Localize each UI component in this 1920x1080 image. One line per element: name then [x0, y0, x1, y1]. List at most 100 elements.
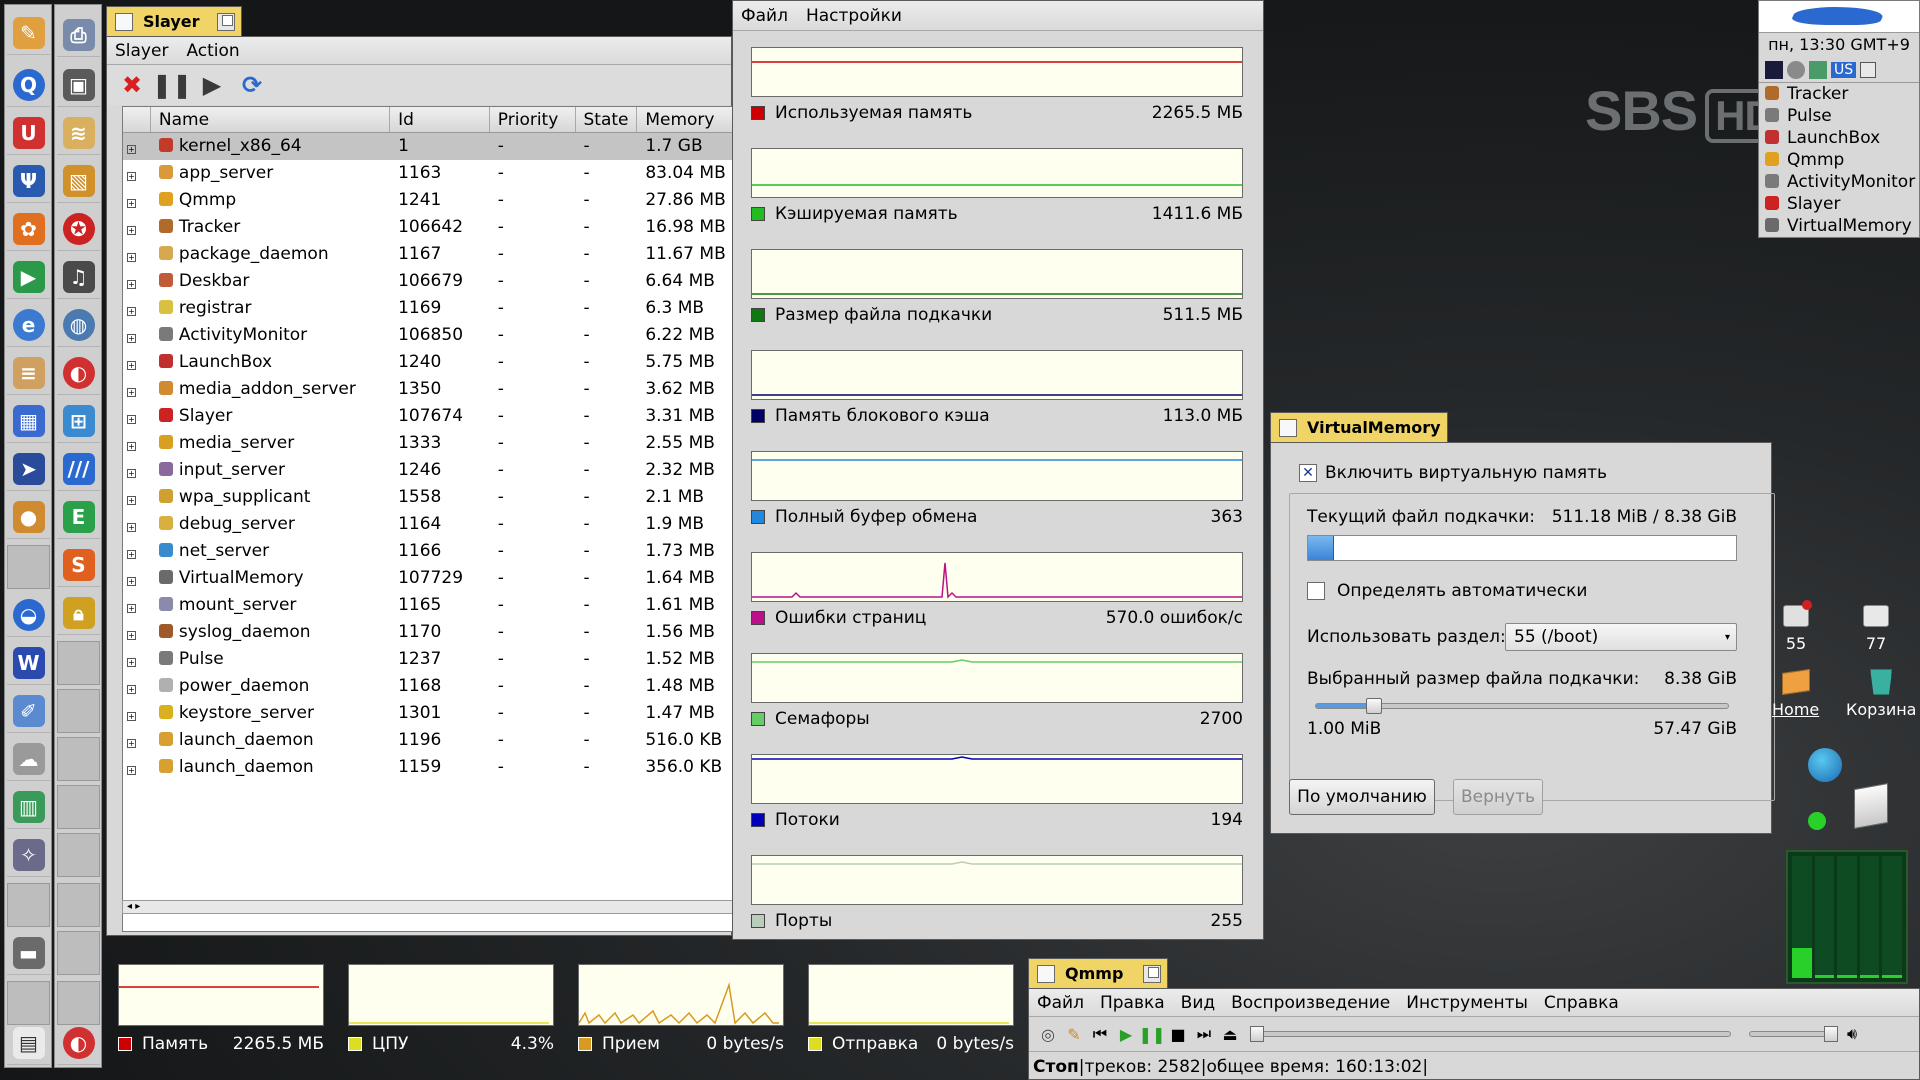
process-row[interactable]: + VirtualMemory 107729 - - 1.64 MB	[123, 565, 737, 592]
process-row[interactable]: + package_daemon 1167 - - 11.67 MB	[123, 241, 737, 268]
expand-icon[interactable]: +	[127, 253, 136, 262]
pause-icon[interactable]: ❚❚	[1139, 1023, 1166, 1045]
server-icon[interactable]	[1854, 783, 1888, 829]
launcher-item[interactable]: ▣	[57, 63, 100, 107]
launcher-item[interactable]: Ψ	[7, 159, 50, 203]
launcher-item[interactable]: E	[57, 495, 100, 539]
menu-file[interactable]: Файл	[741, 6, 788, 26]
deskbar-app-item[interactable]: VirtualMemory	[1759, 215, 1919, 237]
process-row[interactable]: + debug_server 1164 - - 1.9 MB	[123, 511, 737, 538]
revert-button[interactable]: Вернуть	[1453, 779, 1543, 815]
swap-size-slider-thumb[interactable]	[1365, 698, 1382, 714]
play-icon[interactable]: ▶	[1115, 1023, 1137, 1045]
expand-icon[interactable]: +	[127, 226, 136, 235]
expand-icon[interactable]: +	[127, 145, 136, 154]
network-icon[interactable]	[1809, 60, 1827, 79]
launcher-item[interactable]: ▧	[57, 159, 100, 203]
launcher-item[interactable]: ▤	[7, 1021, 50, 1065]
zoom-icon[interactable]	[217, 12, 235, 31]
deskbar-app-item[interactable]: ActivityMonitor	[1759, 171, 1919, 193]
launcher-item[interactable]: ♫	[57, 255, 100, 299]
process-list[interactable]: Name Id Priority State Memory + kernel_x8…	[122, 106, 738, 932]
launcher-item[interactable]: ⊞	[57, 399, 100, 443]
next-icon[interactable]: ⏭︎	[1193, 1023, 1215, 1045]
zoom-icon[interactable]	[1143, 964, 1161, 983]
launcher-item[interactable]: ▥	[7, 785, 50, 829]
menu-view[interactable]: Вид	[1181, 993, 1215, 1013]
expand-icon[interactable]: +	[127, 712, 136, 721]
launcher-item[interactable]: ▶	[7, 255, 50, 299]
previous-icon[interactable]: ⏮︎	[1089, 1023, 1111, 1045]
deskbar-app-item[interactable]: Qmmp	[1759, 149, 1919, 171]
mini-legend[interactable]: ЦПУ 4.3%	[348, 1032, 554, 1056]
seek-slider-thumb[interactable]	[1250, 1026, 1264, 1042]
eject-icon[interactable]: ⏏︎	[1219, 1023, 1241, 1045]
desktop-home[interactable]: Home	[1772, 664, 1819, 719]
deskbar-app-item[interactable]: LaunchBox	[1759, 127, 1919, 149]
process-row[interactable]: + keystore_server 1301 - - 1.47 MB	[123, 700, 737, 727]
launcher-item[interactable]: ⎙	[57, 13, 100, 57]
activity-legend[interactable]: Используемая память 2265.5 МБ	[751, 101, 1243, 125]
process-row[interactable]: + launch_daemon 1196 - - 516.0 KB	[123, 727, 737, 754]
expand-icon[interactable]: +	[127, 496, 136, 505]
activity-legend[interactable]: Кэшируемая память 1411.6 МБ	[751, 202, 1243, 226]
activity-legend[interactable]: Ошибки страниц 570.0 ошибок/с	[751, 606, 1243, 630]
desktop-volume-77[interactable]: 77	[1858, 598, 1894, 653]
menu-edit[interactable]: Правка	[1100, 993, 1165, 1013]
launcher-item[interactable]: ◐	[57, 1021, 100, 1065]
close-icon[interactable]	[115, 12, 133, 31]
process-row[interactable]: + LaunchBox 1240 - - 5.75 MB	[123, 349, 737, 376]
suspend-icon[interactable]: ❚❚	[152, 71, 192, 99]
expand-icon[interactable]: +	[127, 766, 136, 775]
expand-icon[interactable]: +	[127, 388, 136, 397]
launcher-item[interactable]: S	[57, 543, 100, 587]
keymap-indicator[interactable]: US	[1831, 61, 1857, 78]
expand-icon[interactable]: +	[127, 199, 136, 208]
menu-help[interactable]: Справка	[1544, 993, 1619, 1013]
expand-icon[interactable]: +	[127, 739, 136, 748]
launcher-item[interactable]: ≡	[7, 351, 50, 395]
volume-icon[interactable]: 🔊︎	[1841, 1023, 1863, 1045]
expand-icon[interactable]: +	[127, 577, 136, 586]
kill-icon[interactable]: ✖	[119, 71, 145, 99]
expand-icon[interactable]: +	[127, 361, 136, 370]
process-row[interactable]: + Tracker 106642 - - 16.98 MB	[123, 214, 737, 241]
launcher-item[interactable]: ✪	[57, 207, 100, 251]
launcher-item[interactable]: Q	[7, 63, 50, 107]
launcher-item[interactable]: ✿	[7, 207, 50, 251]
expand-icon[interactable]: +	[127, 334, 136, 343]
deskbar-app-item[interactable]: Pulse	[1759, 105, 1919, 127]
expand-icon[interactable]: +	[127, 604, 136, 613]
activity-legend[interactable]: Размер файла подкачки 511.5 МБ	[751, 303, 1243, 327]
deskbar-logo[interactable]	[1759, 1, 1919, 33]
expand-icon[interactable]: +	[127, 172, 136, 181]
process-row[interactable]: + media_addon_server 1350 - - 3.62 MB	[123, 376, 737, 403]
expand-icon[interactable]: +	[127, 280, 136, 289]
launcher-item[interactable]: W	[7, 641, 50, 685]
launcher-item[interactable]: ☁	[7, 737, 50, 781]
mini-legend[interactable]: Отправка 0 bytes/s	[808, 1032, 1014, 1056]
qmmp-window-tab[interactable]: Qmmp	[1028, 958, 1168, 988]
expand-icon[interactable]: +	[127, 658, 136, 667]
deskbar-app-item[interactable]: Slayer	[1759, 193, 1919, 215]
virtualmemory-window-tab[interactable]: VirtualMemory	[1270, 412, 1448, 442]
power-icon[interactable]	[1860, 61, 1877, 78]
desktop-volume-55[interactable]: 55	[1778, 598, 1814, 653]
refresh-icon[interactable]: ⟳	[239, 71, 265, 99]
launcher-item[interactable]: ✐	[7, 689, 50, 733]
menu-action[interactable]: Action	[186, 41, 239, 61]
launcher-item[interactable]: ≋	[57, 111, 100, 155]
launcher-item[interactable]: ///	[57, 447, 100, 491]
seek-slider[interactable]	[1250, 1026, 1731, 1042]
auto-detect-checkbox[interactable]	[1307, 582, 1325, 600]
process-row[interactable]: + syslog_daemon 1170 - - 1.56 MB	[123, 619, 737, 646]
eject-disc-icon[interactable]: ◎	[1037, 1023, 1059, 1045]
process-row[interactable]: + kernel_x86_64 1 - - 1.7 GB	[123, 133, 737, 160]
column-priority[interactable]: Priority	[490, 107, 576, 132]
launcher-item[interactable]: e	[7, 303, 50, 347]
process-row[interactable]: + Deskbar 106679 - - 6.64 MB	[123, 268, 737, 295]
process-row[interactable]: + ActivityMonitor 106850 - - 6.22 MB	[123, 322, 737, 349]
partition-select[interactable]: 55 (/boot) ▾	[1505, 623, 1737, 651]
launcher-item[interactable]: ✧	[7, 833, 50, 877]
default-button[interactable]: По умолчанию	[1289, 779, 1435, 815]
